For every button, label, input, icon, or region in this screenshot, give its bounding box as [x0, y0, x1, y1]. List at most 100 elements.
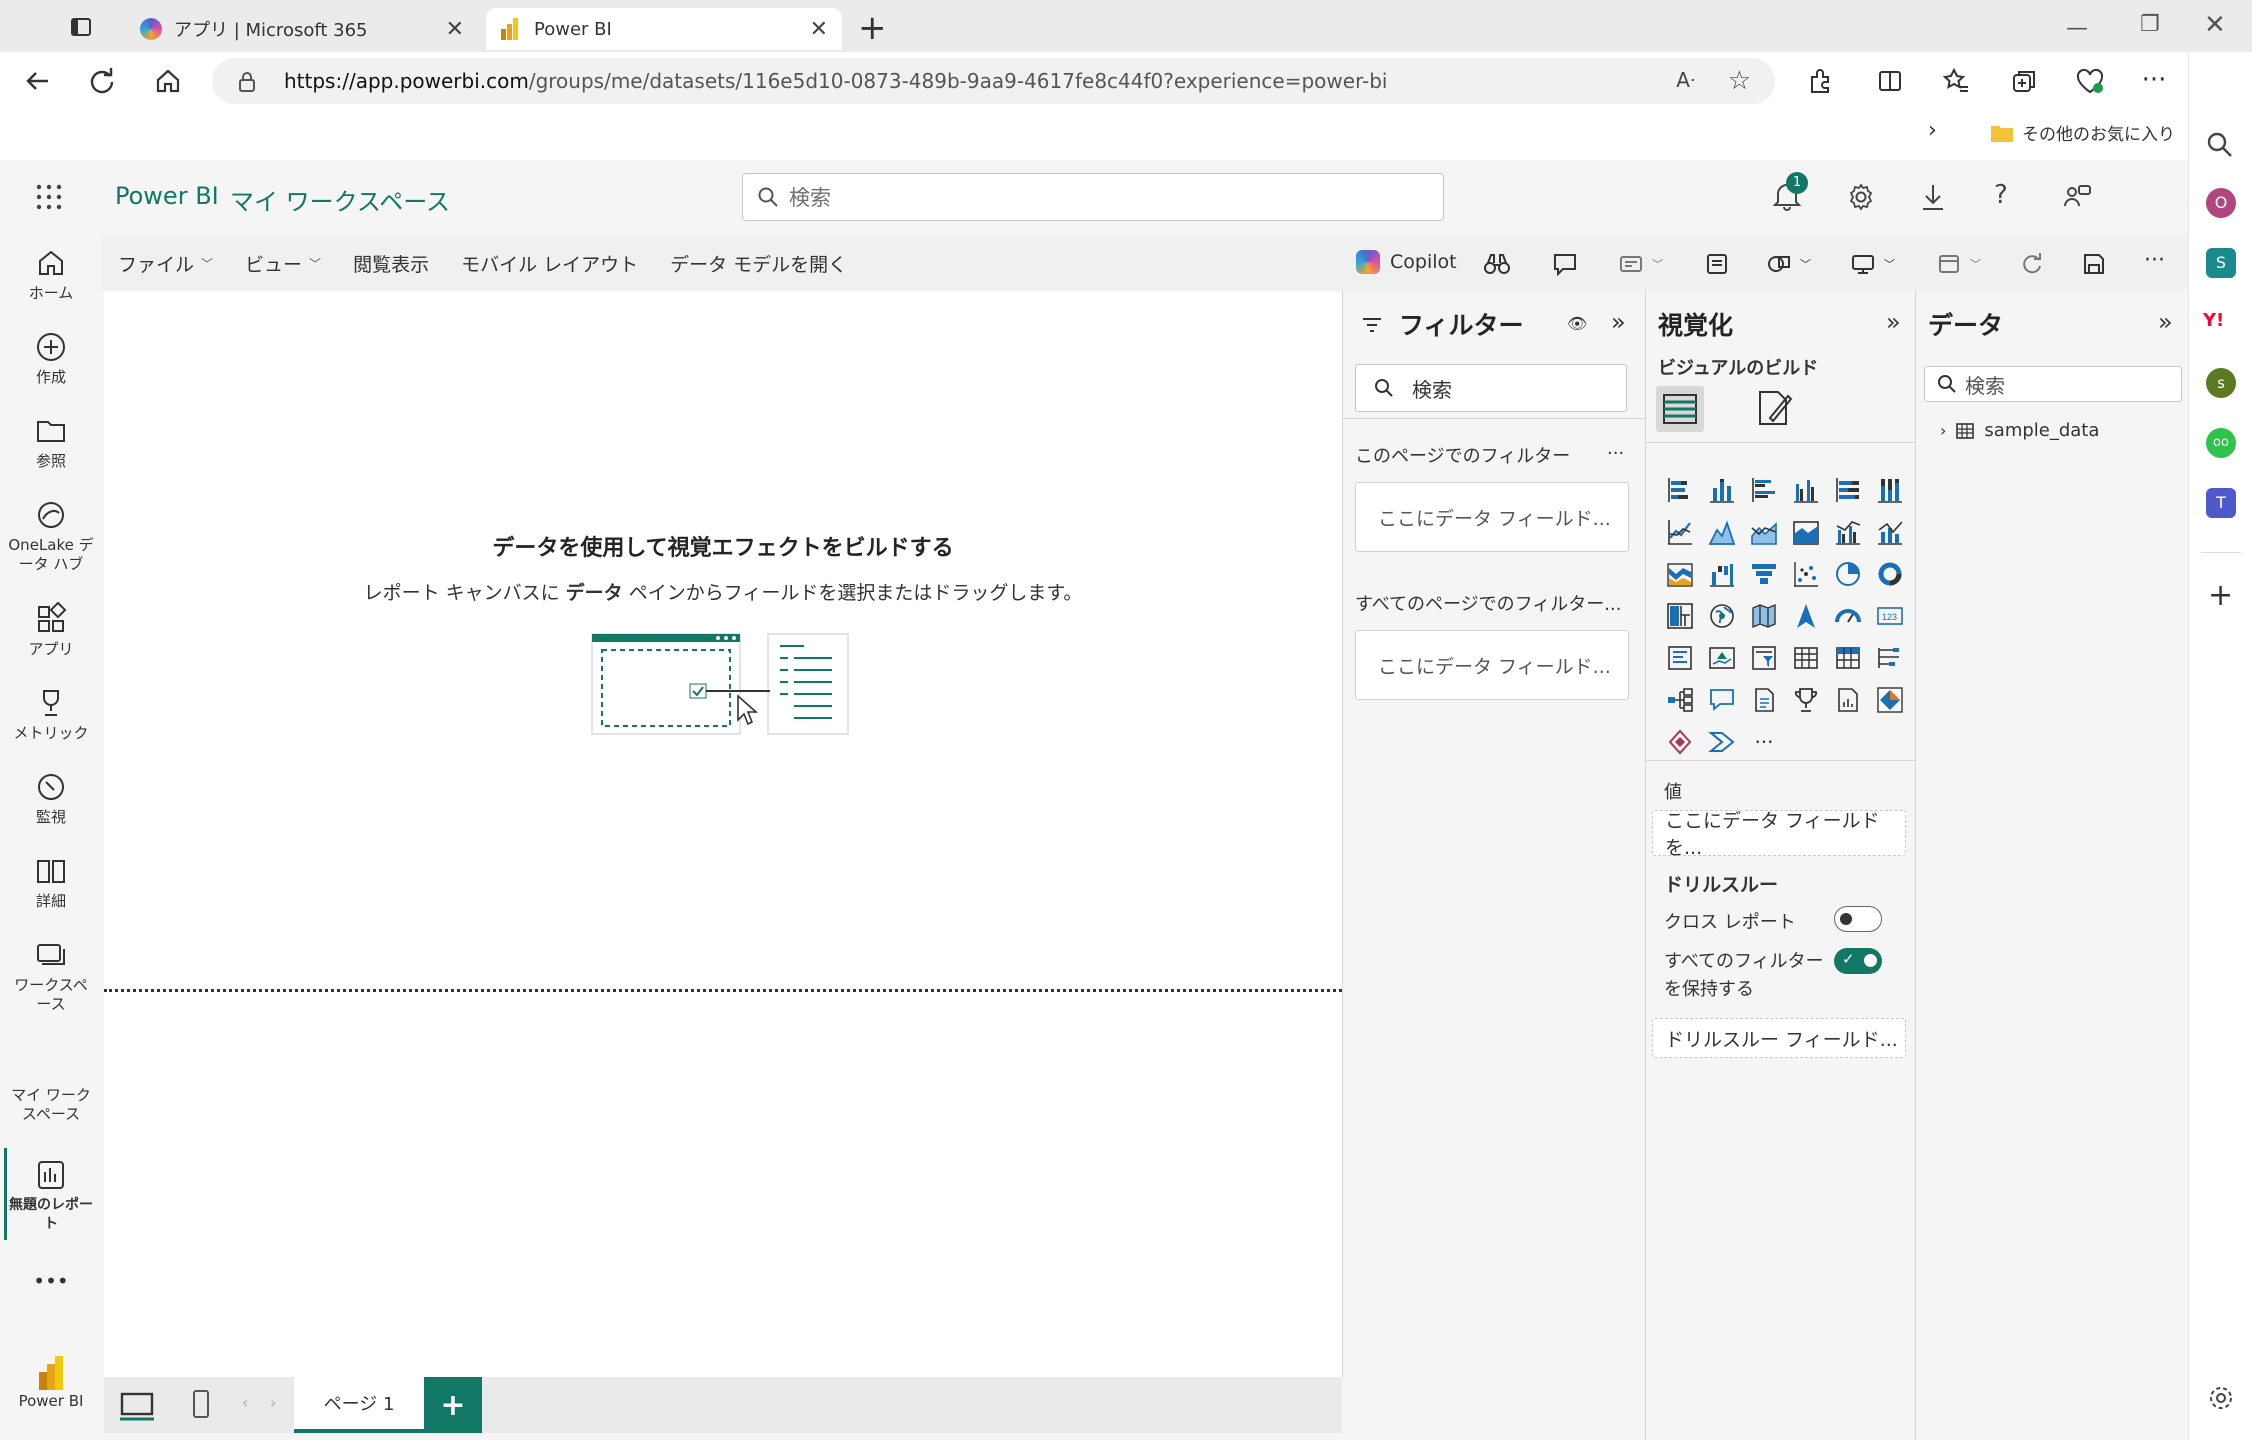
matrix-icon[interactable]: [1827, 637, 1869, 679]
waterfall-chart-icon[interactable]: [1701, 553, 1743, 595]
keep-all-filters-toggle[interactable]: ✓: [1834, 948, 1882, 974]
menu-reading-view[interactable]: 閲覧表示: [353, 250, 429, 277]
nav-powerbi[interactable]: Power BI: [0, 1354, 102, 1411]
map-icon[interactable]: [1701, 595, 1743, 637]
pie-chart-icon[interactable]: [1827, 553, 1869, 595]
favorite-star-icon[interactable]: ☆: [1728, 66, 1751, 96]
add-page-button[interactable]: +: [424, 1377, 482, 1433]
nav-workspaces[interactable]: ワークスペース: [0, 938, 102, 1014]
close-icon[interactable]: ✕: [446, 17, 464, 42]
card-icon[interactable]: 123: [1869, 595, 1911, 637]
eye-icon[interactable]: 👁: [1567, 314, 1587, 333]
nav-my-workspace[interactable]: マイ ワークスペース: [0, 1086, 102, 1124]
azure-map-icon[interactable]: [1785, 595, 1827, 637]
build-visual-tab[interactable]: [1656, 386, 1704, 432]
tab-microsoft365[interactable]: アプリ | Microsoft 365 ✕: [126, 8, 478, 50]
split-screen-icon[interactable]: [1870, 61, 1910, 101]
stacked-column-chart-icon[interactable]: [1701, 469, 1743, 511]
add-sidebar-app-icon[interactable]: +: [2208, 578, 2233, 613]
scatter-chart-icon[interactable]: [1785, 553, 1827, 595]
notes-icon[interactable]: [1704, 252, 1730, 276]
nav-metrics[interactable]: メトリック: [0, 686, 102, 743]
this-page-drop-zone[interactable]: ここにデータ フィールド...: [1355, 482, 1629, 552]
favorites-overflow-chevron-icon[interactable]: ›: [1928, 118, 1937, 143]
subscribe-button[interactable]: ﹀: [1618, 252, 1663, 276]
nav-home[interactable]: ホーム: [0, 246, 102, 303]
nav-untitled-report[interactable]: 無題のレポート: [0, 1158, 102, 1234]
sidebar-settings-gear-icon[interactable]: [2207, 1384, 2235, 1412]
tripadvisor-icon[interactable]: oo: [2206, 428, 2236, 458]
settings-more-icon[interactable]: ···: [2134, 60, 2174, 100]
download-icon[interactable]: [1918, 182, 1948, 212]
funnel-chart-icon[interactable]: [1743, 553, 1785, 595]
treemap-icon[interactable]: [1659, 595, 1701, 637]
present-button[interactable]: ﹀: [1850, 252, 1895, 276]
close-icon[interactable]: ✕: [810, 17, 828, 42]
line-chart-icon[interactable]: [1659, 511, 1701, 553]
nav-create[interactable]: 作成: [0, 330, 102, 387]
tab-powerbi[interactable]: Power BI ✕: [486, 8, 842, 50]
nav-apps[interactable]: アプリ: [0, 602, 102, 659]
favorites-folder[interactable]: その他のお気に入り: [1990, 120, 2175, 145]
power-automate-visual-icon[interactable]: [1659, 721, 1701, 763]
copilot-button[interactable]: Copilot: [1356, 250, 1457, 274]
stacked-bar-chart-icon[interactable]: [1659, 469, 1701, 511]
settings-gear-icon[interactable]: [1846, 182, 1876, 212]
teams-icon[interactable]: T: [2206, 488, 2236, 518]
browser-essentials-icon[interactable]: [2070, 61, 2110, 101]
100-stacked-bar-chart-icon[interactable]: [1827, 469, 1869, 511]
collections-icon[interactable]: [2004, 61, 2044, 101]
mobile-layout-icon[interactable]: [190, 1389, 212, 1419]
nav-monitor[interactable]: 監視: [0, 770, 102, 827]
tab-actions-icon[interactable]: [66, 12, 96, 42]
shopping-icon[interactable]: s: [2206, 368, 2236, 398]
extensions-icon[interactable]: [1800, 61, 1840, 101]
nav-more[interactable]: •••: [0, 1271, 102, 1291]
ribbon-more-icon[interactable]: ···: [2144, 248, 2165, 273]
favorites-icon[interactable]: [1936, 61, 1976, 101]
format-visual-tab[interactable]: [1756, 388, 1794, 428]
yahoo-icon[interactable]: Y!: [2203, 310, 2224, 331]
read-aloud-icon[interactable]: Aᐧ: [1676, 68, 1695, 92]
collapse-visualizations-chevron-icon[interactable]: »: [1886, 308, 1901, 336]
refresh-report-icon[interactable]: [2020, 252, 2044, 276]
this-page-more-icon[interactable]: ...: [1607, 438, 1624, 459]
next-page-icon[interactable]: ›: [270, 1393, 276, 1412]
app-launcher-waffle-icon[interactable]: [36, 184, 62, 210]
restore-button[interactable]: ❐: [2140, 12, 2160, 37]
save-icon[interactable]: [2082, 252, 2106, 276]
collapse-filters-chevron-icon[interactable]: »: [1611, 308, 1626, 336]
goals-trophy-icon[interactable]: [1785, 679, 1827, 721]
donut-chart-icon[interactable]: [1869, 553, 1911, 595]
clustered-column-chart-icon[interactable]: [1785, 469, 1827, 511]
line-clustered-column-chart-icon[interactable]: [1827, 511, 1869, 553]
100-stacked-column-chart-icon[interactable]: [1869, 469, 1911, 511]
menu-mobile-layout[interactable]: モバイル レイアウト: [461, 250, 638, 277]
cross-report-toggle[interactable]: [1834, 906, 1882, 932]
filled-map-icon[interactable]: [1743, 595, 1785, 637]
search-icon[interactable]: [2205, 130, 2235, 160]
all-pages-drop-zone[interactable]: ここにデータ フィールド...: [1355, 630, 1629, 700]
table-icon[interactable]: [1785, 637, 1827, 679]
gauge-icon[interactable]: [1827, 595, 1869, 637]
slicer-icon[interactable]: [1743, 637, 1785, 679]
paginated-report-icon[interactable]: [1827, 679, 1869, 721]
new-tab-button[interactable]: +: [858, 8, 887, 48]
power-apps-visual-icon[interactable]: [1869, 679, 1911, 721]
sharepoint-icon[interactable]: S: [2206, 248, 2236, 278]
outlook-icon[interactable]: O: [2206, 188, 2236, 218]
multi-row-card-icon[interactable]: [1659, 637, 1701, 679]
feedback-icon[interactable]: [2062, 182, 2092, 212]
area-chart-icon[interactable]: [1701, 511, 1743, 553]
url-field[interactable]: https://app.powerbi.com/groups/me/datase…: [212, 58, 1775, 104]
menu-open-data-model[interactable]: データ モデルを開く: [670, 250, 847, 277]
stacked-area-chart-icon[interactable]: [1743, 511, 1785, 553]
smart-narrative-icon[interactable]: [1743, 679, 1785, 721]
workspace-breadcrumb[interactable]: マイ ワークスペース: [230, 182, 450, 217]
ribbon-chart-icon[interactable]: [1659, 553, 1701, 595]
help-icon[interactable]: ?: [1994, 180, 2008, 210]
global-search-input[interactable]: 検索: [742, 173, 1444, 221]
clustered-bar-chart-icon[interactable]: [1743, 469, 1785, 511]
power-automate-flow-icon[interactable]: [1701, 721, 1743, 763]
100-stacked-area-chart-icon[interactable]: [1785, 511, 1827, 553]
